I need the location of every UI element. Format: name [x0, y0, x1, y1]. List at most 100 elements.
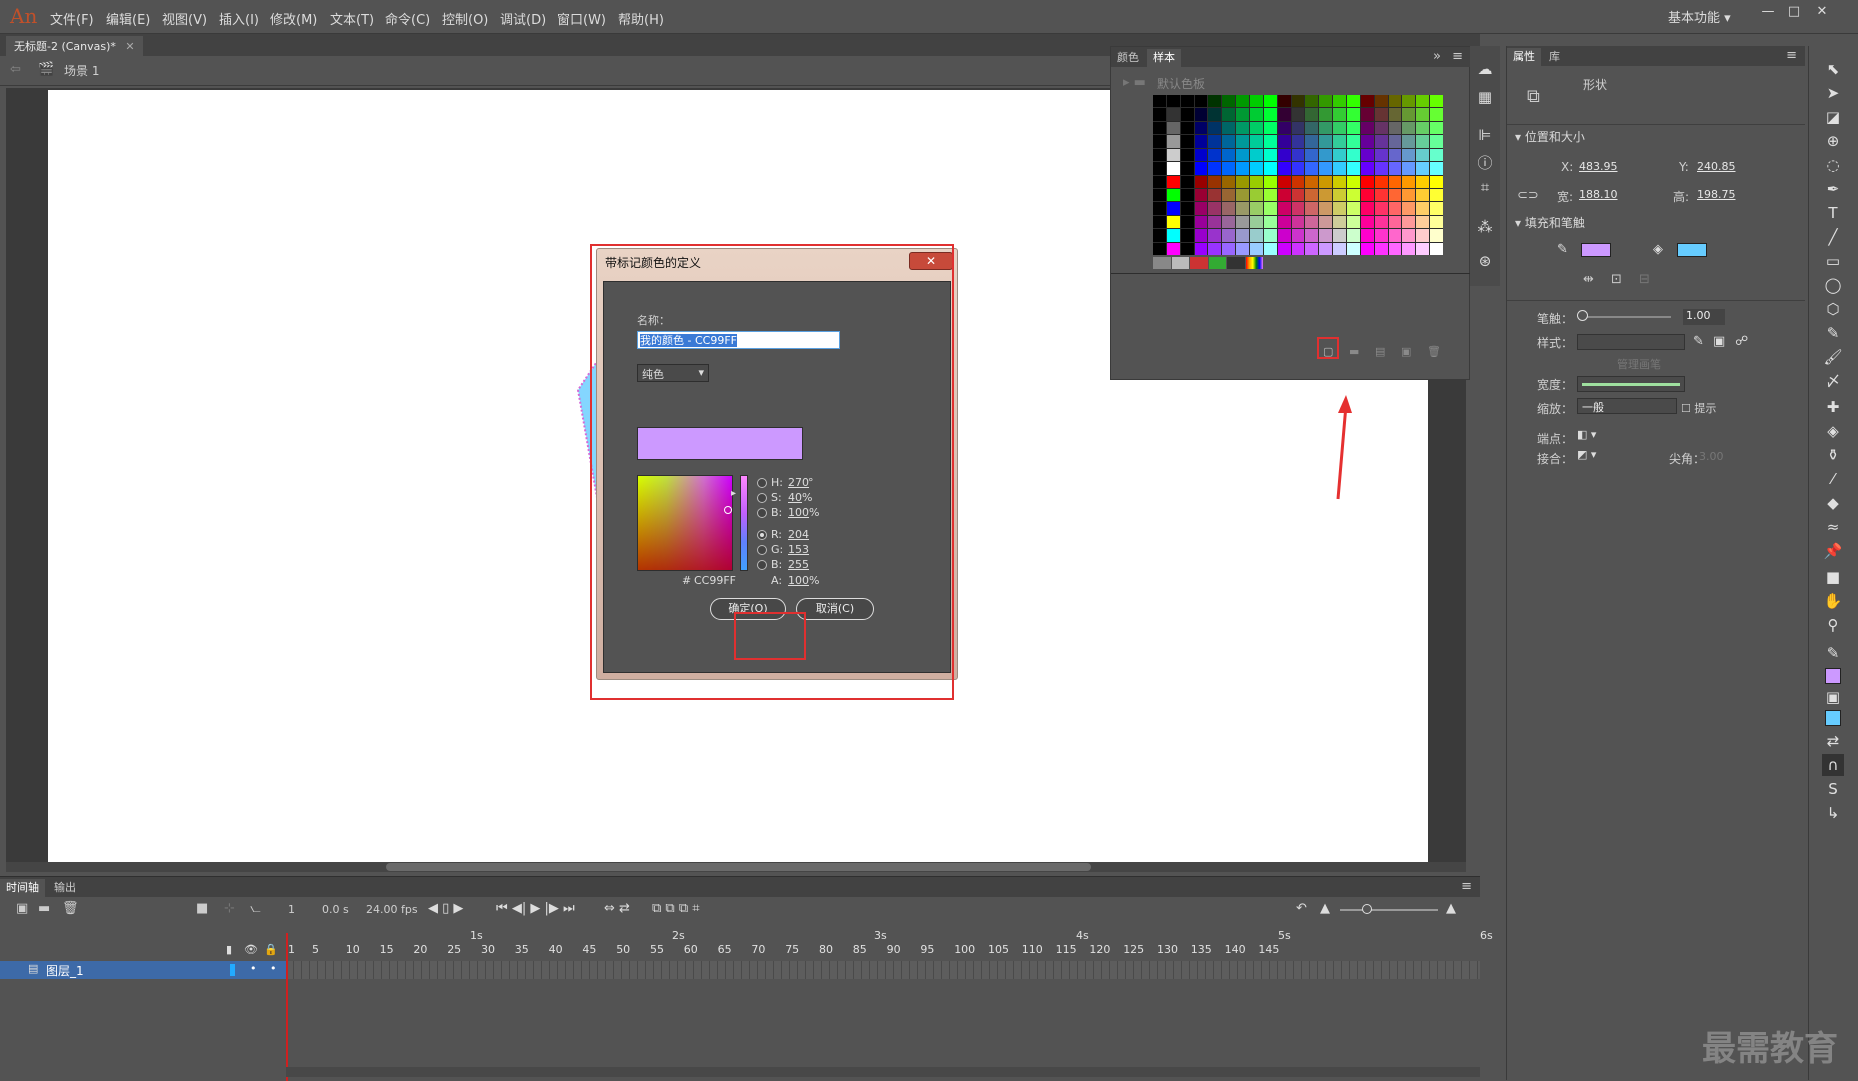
swatch-cell[interactable] [1402, 148, 1416, 162]
menu-file[interactable]: 文件(F) [50, 9, 94, 28]
swatch-cell[interactable] [1416, 108, 1430, 121]
swatch-cell[interactable] [1153, 242, 1166, 255]
menu-help[interactable]: 帮助(H) [618, 9, 664, 28]
swatch-cell[interactable] [1263, 108, 1277, 121]
swatch-cell[interactable] [1319, 188, 1333, 202]
swatch-cell[interactable] [1319, 121, 1333, 135]
swatch-cell[interactable] [1180, 229, 1194, 242]
swatch-cell[interactable] [1166, 95, 1180, 108]
swatch-cell[interactable] [1388, 242, 1402, 255]
swatch-cell[interactable] [1402, 188, 1416, 202]
swatch-cell[interactable] [1360, 95, 1374, 108]
stroke-slider[interactable] [1581, 316, 1671, 318]
swatch-cell[interactable] [1388, 135, 1402, 148]
swatch-cell[interactable] [1305, 229, 1319, 242]
stage-horizontal-scrollbar[interactable] [6, 862, 1466, 872]
swatch-cell[interactable] [1416, 162, 1430, 175]
swatch-cell[interactable] [1333, 121, 1346, 135]
swatch-cell[interactable] [1208, 175, 1222, 188]
swatch-cell[interactable] [1346, 95, 1360, 108]
menu-modify[interactable]: 修改(M) [270, 9, 317, 28]
text-tool-icon[interactable]: T [1822, 202, 1844, 224]
playback-controls-icon[interactable]: ⏮ ◀| ▶ |▶ ⏭ [496, 901, 575, 916]
swatch-cell[interactable] [1305, 108, 1319, 121]
swatch-cell[interactable] [1194, 215, 1208, 229]
swatch-cell[interactable] [1249, 135, 1263, 148]
playhead[interactable] [286, 933, 288, 1081]
fill-color-tool-icon[interactable]: ▣ [1822, 686, 1844, 708]
swatch-cell[interactable] [1166, 229, 1180, 242]
paint-bucket-tool-icon[interactable]: ◈ [1822, 420, 1844, 442]
swap-colors-icon[interactable]: ⇹ [1583, 272, 1594, 287]
tool-stroke-swatch[interactable] [1825, 668, 1841, 684]
swatch-cell[interactable] [1305, 121, 1319, 135]
lock-icon[interactable]: 🔒 [264, 943, 278, 956]
swatch-cell[interactable] [1166, 175, 1180, 188]
swatch-cell[interactable] [1346, 188, 1360, 202]
document-tab[interactable]: 无标题-2 (Canvas)* ✕ [6, 36, 143, 56]
selection-tool-icon[interactable]: ⬉ [1822, 58, 1844, 80]
swatch-cell[interactable] [1319, 162, 1333, 175]
swatch-cell[interactable] [1153, 215, 1166, 229]
swatch-cell[interactable] [1402, 242, 1416, 255]
menu-window[interactable]: 窗口(W) [557, 9, 606, 28]
tab-properties[interactable]: 属性 [1507, 48, 1541, 66]
swatch-cell[interactable] [1166, 108, 1180, 121]
swatch-cell[interactable] [1263, 175, 1277, 188]
swatch-cell[interactable] [1194, 95, 1208, 108]
swatch-cell[interactable] [1194, 148, 1208, 162]
swatch-cell[interactable] [1402, 202, 1416, 215]
new-layer-icon[interactable]: ▣ [16, 901, 28, 916]
swatch-cell[interactable] [1374, 135, 1388, 148]
straighten-icon[interactable]: ↳ [1822, 802, 1844, 824]
swatch-cell[interactable] [1402, 215, 1416, 229]
swatch-cell[interactable] [1333, 188, 1346, 202]
swatch-cell[interactable] [1208, 162, 1222, 175]
swatch-cell[interactable] [1263, 95, 1277, 108]
collapse-icon[interactable]: » [1433, 49, 1441, 64]
swatch-cell[interactable] [1194, 108, 1208, 121]
swatch-cell[interactable] [1222, 95, 1236, 108]
swatch-cell[interactable] [1374, 95, 1388, 108]
swatch-cell[interactable] [1346, 242, 1360, 255]
swatch-cell[interactable] [1360, 162, 1374, 175]
eye-icon[interactable]: 👁 [244, 943, 258, 956]
eraser-icon[interactable]: ◆ [1822, 492, 1844, 514]
swatch-cell[interactable] [1402, 229, 1416, 242]
swatch-cell[interactable] [1346, 202, 1360, 215]
mountain-small-icon[interactable]: ▲ [1320, 901, 1330, 916]
pencil-tool-icon[interactable]: ✎ [1822, 322, 1844, 344]
swatch-cell[interactable] [1416, 95, 1430, 108]
swatch-cell[interactable] [1153, 229, 1166, 242]
color-panel-icon[interactable]: ☁ [1475, 60, 1495, 80]
swatch-cell[interactable] [1333, 148, 1346, 162]
swatch-cell[interactable] [1416, 148, 1430, 162]
swatch-cell[interactable] [1305, 215, 1319, 229]
swatch-cell[interactable] [1236, 242, 1249, 255]
swatch-cell[interactable] [1222, 175, 1236, 188]
menu-edit[interactable]: 编辑(E) [106, 9, 150, 28]
y-value[interactable]: 240.85 [1697, 160, 1736, 173]
swatch-cell[interactable] [1333, 108, 1346, 121]
swatch-cell[interactable] [1194, 202, 1208, 215]
swap-colors-tool-icon[interactable]: ⇄ [1822, 730, 1844, 752]
swatch-cell[interactable] [1249, 229, 1263, 242]
swatch-cell[interactable] [1208, 215, 1222, 229]
frame-ruler[interactable]: 1 5 10 15 20 25 30 35 40 45 50 55 60 65 70 75 80 85 90 95 10… [286, 929, 1493, 957]
style-dropdown[interactable] [1577, 334, 1685, 350]
oval-tool-icon[interactable]: ◯ [1822, 274, 1844, 296]
swatch-cell[interactable] [1194, 188, 1208, 202]
swatch-cell[interactable] [1374, 148, 1388, 162]
height-value[interactable]: 198.75 [1697, 188, 1736, 201]
outline-toggle-icon[interactable]: ▮ [226, 943, 232, 956]
tab-library[interactable]: 库 [1543, 48, 1566, 66]
swatch-cell[interactable] [1291, 95, 1305, 108]
swatch-cell[interactable] [1346, 229, 1360, 242]
swatch-cell[interactable] [1430, 121, 1443, 135]
swatch-cell[interactable] [1263, 215, 1277, 229]
3d-rotation-icon[interactable]: ⊕ [1822, 130, 1844, 152]
swatch-cell[interactable] [1402, 95, 1416, 108]
swatch-cell[interactable] [1208, 188, 1222, 202]
swatch-cell[interactable] [1374, 215, 1388, 229]
swatch-cell[interactable] [1236, 95, 1249, 108]
